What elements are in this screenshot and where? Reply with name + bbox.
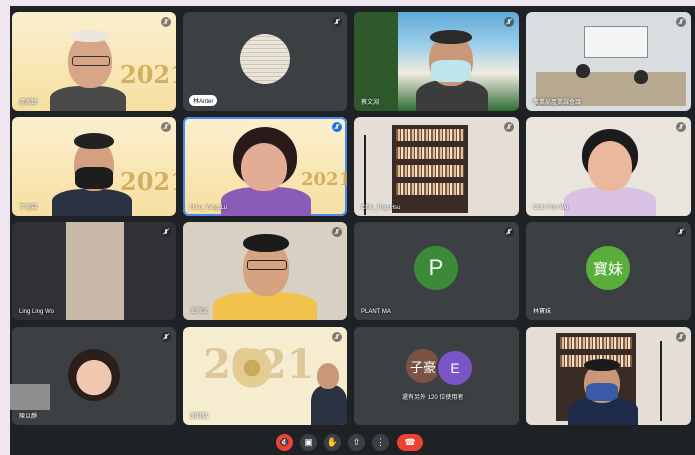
mic-off-icon [504,227,514,237]
participant-name: 林Anter [189,95,218,106]
mic-off-icon [161,17,171,27]
poster-year: 2021 [120,60,176,89]
mic-off-icon [332,227,342,237]
hair [430,30,472,44]
camera-icon[interactable]: ▣ [300,434,317,451]
person-body [311,385,347,425]
mic-off-icon [504,122,514,132]
participant-name: PLANT MA [361,309,391,315]
face-mask [75,167,113,189]
mic-off-icon [332,332,342,342]
books [560,337,632,349]
participant-name: 王修文 [190,309,209,315]
floor-lamp [364,135,378,215]
mic-off-icon [161,122,171,132]
avatar: P [414,246,458,290]
person-body [213,292,317,320]
avatar: E [436,349,474,387]
mic-off-icon [676,332,686,342]
participant-tile[interactable]: Chih_Ting Hsu [354,117,519,216]
participant-tile[interactable]: P PLANT MA [354,222,519,320]
page-margin [0,0,695,6]
participant-name: Chih_Ting Hsu [361,205,401,211]
person-head [588,141,632,191]
participant-name: Ling Ling Wo [19,309,54,315]
meeting-controls: 🔇 ▣ ✋ ⇧ ⋮ ☎ [0,430,695,455]
hair [243,234,289,252]
participant-name: 蔡文淵 [361,100,380,106]
participant-name: 謝育銘 [190,414,209,420]
participant-tile[interactable]: 2021 丁俊霖 [12,117,176,216]
speaking-indicator-icon [332,122,342,132]
participant-tile[interactable]: Chih-Yun Wu [526,117,691,216]
participant-name: 盧源鎮 [19,100,38,106]
avatar [68,349,120,401]
participant-tile[interactable]: 王修文 [183,222,347,320]
participant-tile[interactable]: 2021 謝育銘 [183,327,347,425]
mic-off-icon[interactable]: 🔇 [276,434,293,451]
participant-tile[interactable]: Ling Ling Wo [12,222,176,320]
avatar [240,34,290,84]
poster-year: 2021 [301,169,347,190]
present-screen-icon[interactable]: ⇧ [348,434,365,451]
participant-tile[interactable]: 蔡文淵 [354,12,519,111]
mic-off-icon [676,122,686,132]
mic-off-icon [504,17,514,27]
avatar: 子豪 [406,349,440,383]
mic-off-icon [676,17,686,27]
books [396,129,464,141]
books [396,183,464,195]
more-options-icon[interactable]: ⋮ [372,434,389,451]
poster-emblem [229,345,275,391]
participant-tile[interactable]: 林Anter [183,12,347,111]
person-head [634,70,648,84]
mic-off-icon [332,17,342,27]
participant-name: 丁俊霖 [19,205,38,211]
participant-tile[interactable]: 寶妹 林寶妹 [526,222,691,320]
meeting-screen: 2021 盧源鎮 林Anter 蔡文淵 農業局產業課會議 2021 [0,0,695,455]
whiteboard [584,26,648,58]
poster-year: 2021 [120,167,176,196]
participant-name: 農業局產業課會議 [533,100,582,106]
hang-up-icon[interactable]: ☎ [397,434,423,451]
participant-tile[interactable]: 農業局產業課會議 [526,12,691,111]
raise-hand-icon[interactable]: ✋ [324,434,341,451]
mic-off-icon [161,227,171,237]
mic-off-icon [676,227,686,237]
participant-name: Hsiu_Yang Lu [190,205,228,211]
video-feed [66,222,124,320]
glasses [72,56,110,66]
floor-lamp [660,341,674,421]
participant-name: 陳以靜 [19,414,38,420]
participant-name: 還有另外 120 位使用者 [402,395,464,401]
avatar: 寶妹 [586,246,630,290]
participant-tile[interactable] [526,327,691,425]
face-mask [431,60,471,82]
glasses [247,260,287,270]
books [396,165,464,177]
person-head [317,363,339,389]
hair [74,133,114,149]
person-head [241,143,287,191]
mic-off-icon [161,332,171,342]
hair [584,359,620,371]
participant-name: 林寶妹 [533,309,552,315]
face-mask [586,383,618,401]
hair [70,30,110,42]
books [396,147,464,159]
participant-tile[interactable]: 2021 盧源鎮 [12,12,176,111]
person-body [52,189,132,216]
participant-name: Chih-Yun Wu [533,205,569,211]
participant-tile-speaking[interactable]: 2021 Hsiu_Yang Lu [183,117,347,216]
page-margin [0,0,10,455]
person-body [50,86,126,111]
participant-tile[interactable]: 陳以靜 [12,327,176,425]
person-body [221,187,311,216]
person-body [564,187,656,216]
more-participants-tile[interactable]: 子豪 E 還有另外 120 位使用者 [354,327,519,425]
person-head [576,64,590,78]
